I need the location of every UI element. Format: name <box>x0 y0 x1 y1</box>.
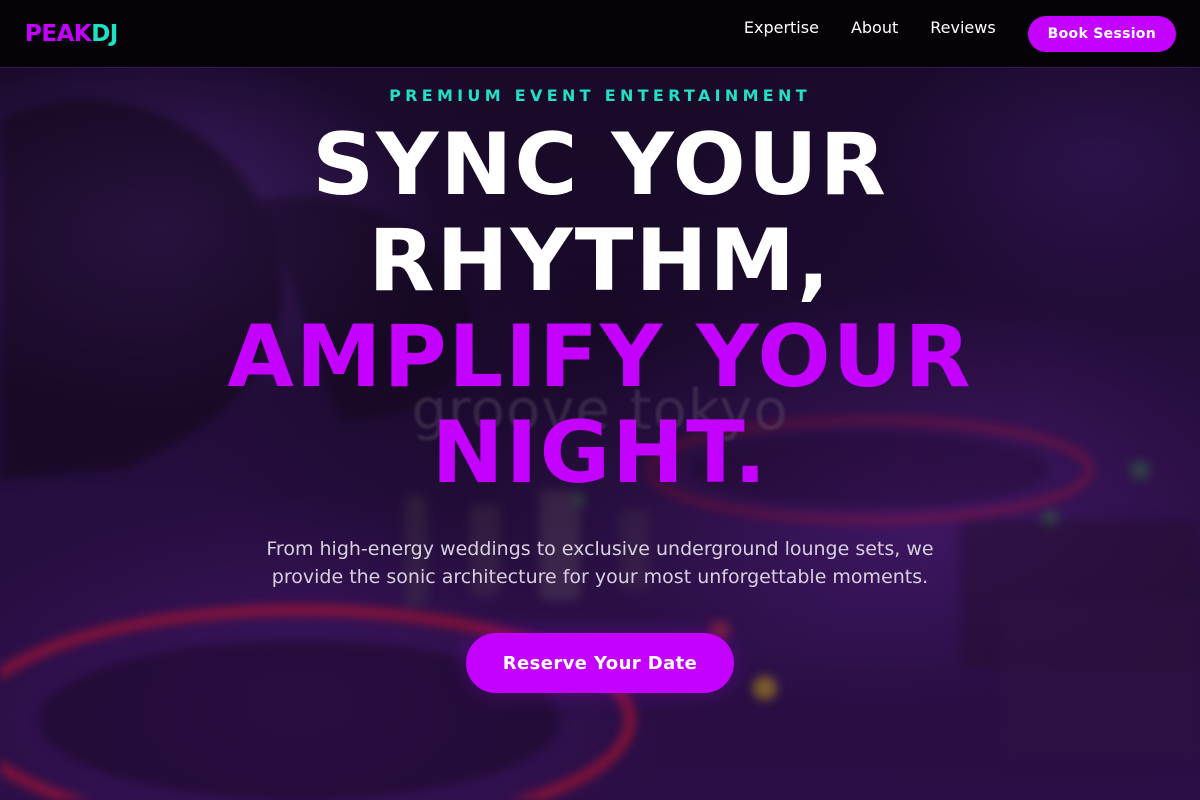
hero-section: PREMIUM EVENT ENTERTAINMENT SYNC YOUR RH… <box>0 68 1200 693</box>
headline-line-4: NIGHT. <box>431 403 769 503</box>
reserve-date-button[interactable]: Reserve Your Date <box>466 633 734 693</box>
landing-page: groove tokyo PEAKDJ Expertise About Revi… <box>0 0 1200 800</box>
brand-logo[interactable]: PEAKDJ <box>25 21 118 47</box>
hero-subtext: From high-energy weddings to exclusive u… <box>266 538 934 588</box>
nav-link-expertise[interactable]: Expertise <box>744 18 819 37</box>
nav-link-about[interactable]: About <box>851 18 898 37</box>
headline-line-3: AMPLIFY YOUR <box>227 307 973 407</box>
logo-primary-text: PEAK <box>25 20 92 47</box>
hero-eyebrow: PREMIUM EVENT ENTERTAINMENT <box>389 86 811 105</box>
headline-line-2: RHYTHM, <box>368 211 832 311</box>
nav-links: Expertise About Reviews Book Session <box>744 15 1176 52</box>
headline-line-1: SYNC YOUR <box>312 115 888 215</box>
book-session-button[interactable]: Book Session <box>1027 15 1176 52</box>
navbar: PEAKDJ Expertise About Reviews Book Sess… <box>0 0 1200 68</box>
hero-headline: SYNC YOUR RHYTHM, AMPLIFY YOUR NIGHT. <box>0 117 1200 501</box>
nav-link-reviews[interactable]: Reviews <box>930 18 995 37</box>
logo-secondary-text: DJ <box>91 20 118 47</box>
